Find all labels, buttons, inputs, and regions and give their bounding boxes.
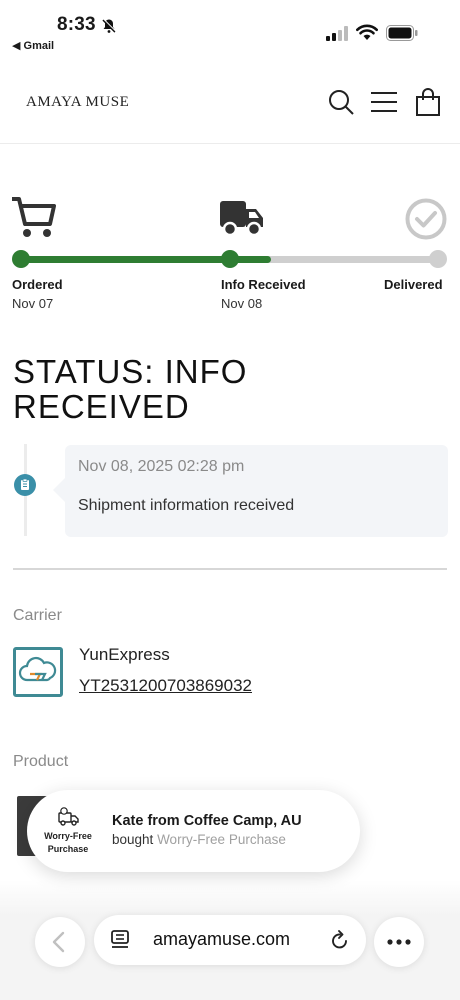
popup-badge-text: Worry-Free Purchase bbox=[44, 831, 92, 854]
signal-icon bbox=[326, 26, 348, 41]
status-bar: 8:33 ◀ Gmail bbox=[0, 0, 460, 58]
battery-icon bbox=[386, 25, 418, 41]
back-to-app-link[interactable]: ◀ Gmail bbox=[12, 39, 54, 52]
status-title: STATUS: INFO RECEIVED bbox=[13, 353, 248, 425]
carrier-section-label: Carrier bbox=[13, 607, 62, 624]
timeline-event-description: Shipment information received bbox=[78, 497, 295, 514]
popup-customer-line: Kate from Coffee Camp, AU bbox=[112, 813, 302, 829]
bag-icon[interactable] bbox=[414, 88, 442, 116]
status-time: 8:33 bbox=[57, 14, 96, 35]
timeline-event-card: Nov 08, 2025 02:28 pm Shipment informati… bbox=[53, 445, 448, 537]
url-text: amayamuse.com bbox=[153, 929, 291, 949]
timeline-event-time: Nov 08, 2025 02:28 pm bbox=[78, 458, 245, 475]
reload-icon[interactable] bbox=[330, 929, 350, 951]
bell-muted-icon bbox=[102, 18, 117, 33]
step-label-ordered: Ordered bbox=[12, 277, 63, 292]
carrier-name: YunExpress bbox=[79, 645, 170, 664]
product-section-label: Product bbox=[13, 753, 69, 770]
address-bar[interactable]: amayamuse.com bbox=[94, 915, 366, 965]
more-dots-icon bbox=[387, 939, 411, 945]
purchase-notification-popup[interactable]: Worry-Free Purchase Kate from Coffee Cam… bbox=[27, 790, 360, 872]
popup-bought-line: bought Worry-Free Purchase bbox=[112, 832, 286, 847]
carrier-logo bbox=[13, 647, 63, 697]
section-divider bbox=[13, 568, 447, 570]
reader-mode-icon[interactable] bbox=[110, 929, 130, 951]
step-date-ordered: Nov 07 bbox=[12, 296, 54, 311]
back-button[interactable] bbox=[35, 917, 85, 967]
more-options-button[interactable] bbox=[374, 917, 424, 967]
step-dot-delivered bbox=[429, 250, 447, 268]
chevron-left-icon bbox=[52, 931, 65, 953]
popup-bought-item: Worry-Free Purchase bbox=[157, 832, 286, 847]
site-header: AMAYA MUSE bbox=[0, 58, 460, 144]
clipboard-icon bbox=[21, 478, 29, 490]
wifi-icon bbox=[356, 24, 378, 40]
menu-icon[interactable] bbox=[370, 88, 398, 116]
timeline-event-icon bbox=[14, 474, 36, 496]
step-dot-info-received bbox=[221, 250, 239, 268]
cart-icon bbox=[12, 197, 56, 237]
truck-icon bbox=[220, 201, 263, 237]
search-icon[interactable] bbox=[327, 88, 355, 116]
check-circle-icon bbox=[405, 198, 447, 240]
step-label-delivered: Delivered bbox=[384, 277, 443, 292]
step-date-info-received: Nov 08 bbox=[221, 296, 263, 311]
cloud-icon bbox=[18, 656, 57, 682]
delivery-truck-icon bbox=[58, 807, 79, 826]
brand-logo[interactable]: AMAYA MUSE bbox=[26, 94, 129, 111]
tracking-number-link[interactable]: YT2531200703869032 bbox=[79, 676, 252, 696]
step-dot-ordered bbox=[12, 250, 30, 268]
popup-bought-prefix: bought bbox=[112, 832, 154, 847]
step-label-info-received: Info Received bbox=[221, 277, 306, 292]
